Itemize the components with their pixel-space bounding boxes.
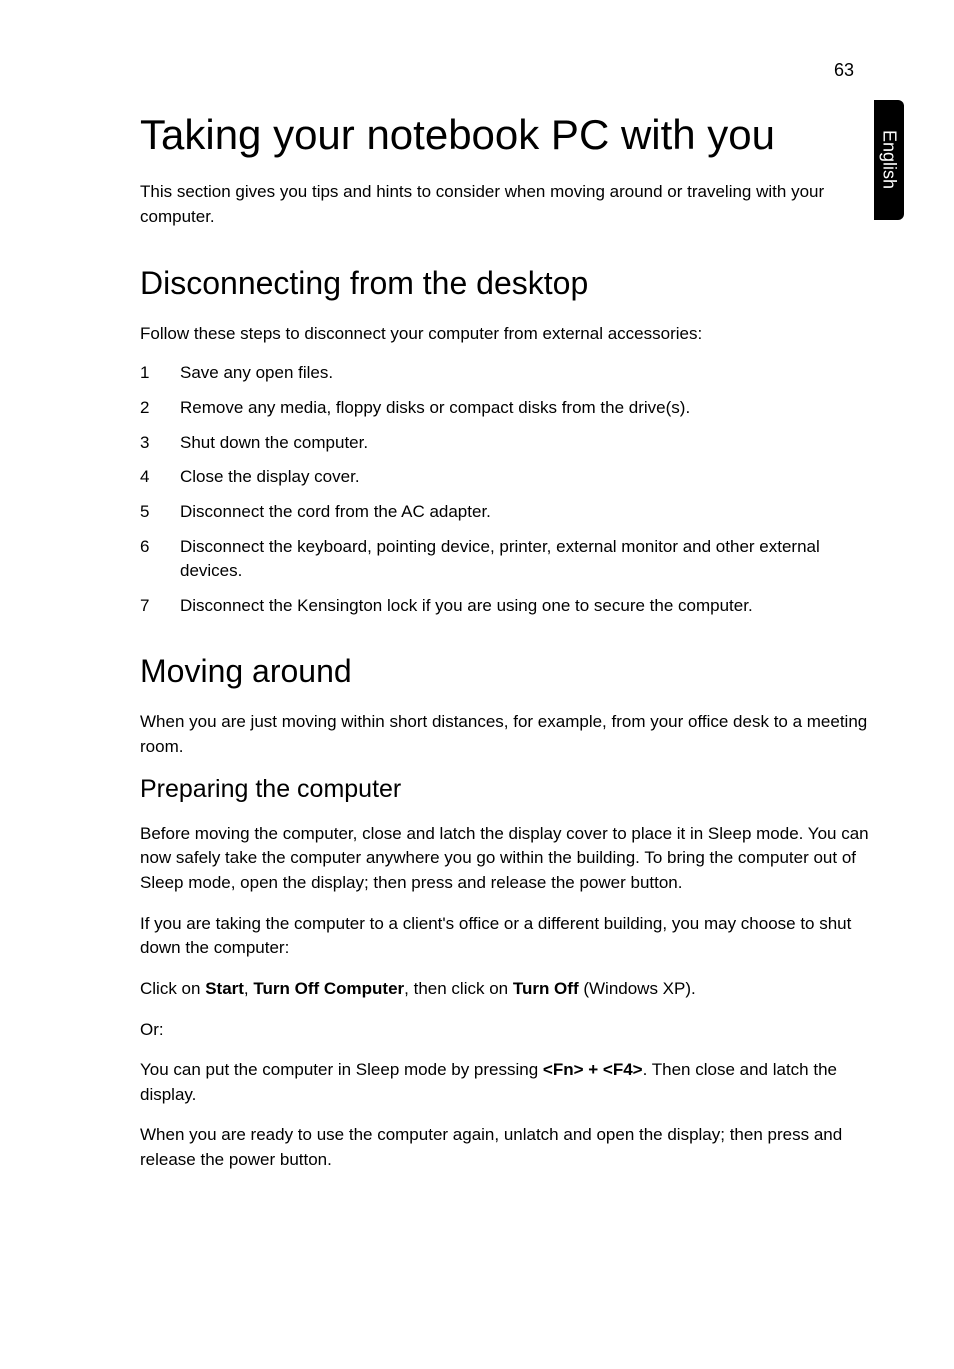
body-paragraph: Or: [140,1018,874,1043]
page-content: Taking your notebook PC with you This se… [0,0,954,1249]
body-paragraph: Click on Start, Turn Off Computer, then … [140,977,874,1002]
body-paragraph: You can put the computer in Sleep mode b… [140,1058,874,1107]
bold-text: Turn Off [513,979,579,998]
list-item: Disconnect the cord from the AC adapter. [140,500,874,525]
body-paragraph: Before moving the computer, close and la… [140,822,874,896]
text-span: , then click on [404,979,513,998]
list-item: Save any open files. [140,361,874,386]
list-item: Remove any media, floppy disks or compac… [140,396,874,421]
list-item: Disconnect the Kensington lock if you ar… [140,594,874,619]
section-heading-moving: Moving around [140,653,874,690]
body-paragraph: When you are ready to use the computer a… [140,1123,874,1172]
bold-text: Turn Off Computer [253,979,404,998]
section2-lead: When you are just moving within short di… [140,710,874,759]
body-paragraph: If you are taking the computer to a clie… [140,912,874,961]
text-span: You can put the computer in Sleep mode b… [140,1060,543,1079]
disconnect-steps-list: Save any open files. Remove any media, f… [140,361,874,618]
section-heading-disconnecting: Disconnecting from the desktop [140,265,874,302]
text-span: (Windows XP). [579,979,696,998]
page-title: Taking your notebook PC with you [140,110,874,160]
text-span: , [244,979,253,998]
list-item: Close the display cover. [140,465,874,490]
list-item: Disconnect the keyboard, pointing device… [140,535,874,584]
section1-lead: Follow these steps to disconnect your co… [140,322,874,347]
subsection-heading-preparing: Preparing the computer [140,775,874,804]
intro-paragraph: This section gives you tips and hints to… [140,180,874,229]
text-span: Click on [140,979,205,998]
list-item: Shut down the computer. [140,431,874,456]
language-tab: English [874,100,904,220]
bold-text: <Fn> + <F4> [543,1060,643,1079]
bold-text: Start [205,979,244,998]
page-number: 63 [834,60,854,81]
